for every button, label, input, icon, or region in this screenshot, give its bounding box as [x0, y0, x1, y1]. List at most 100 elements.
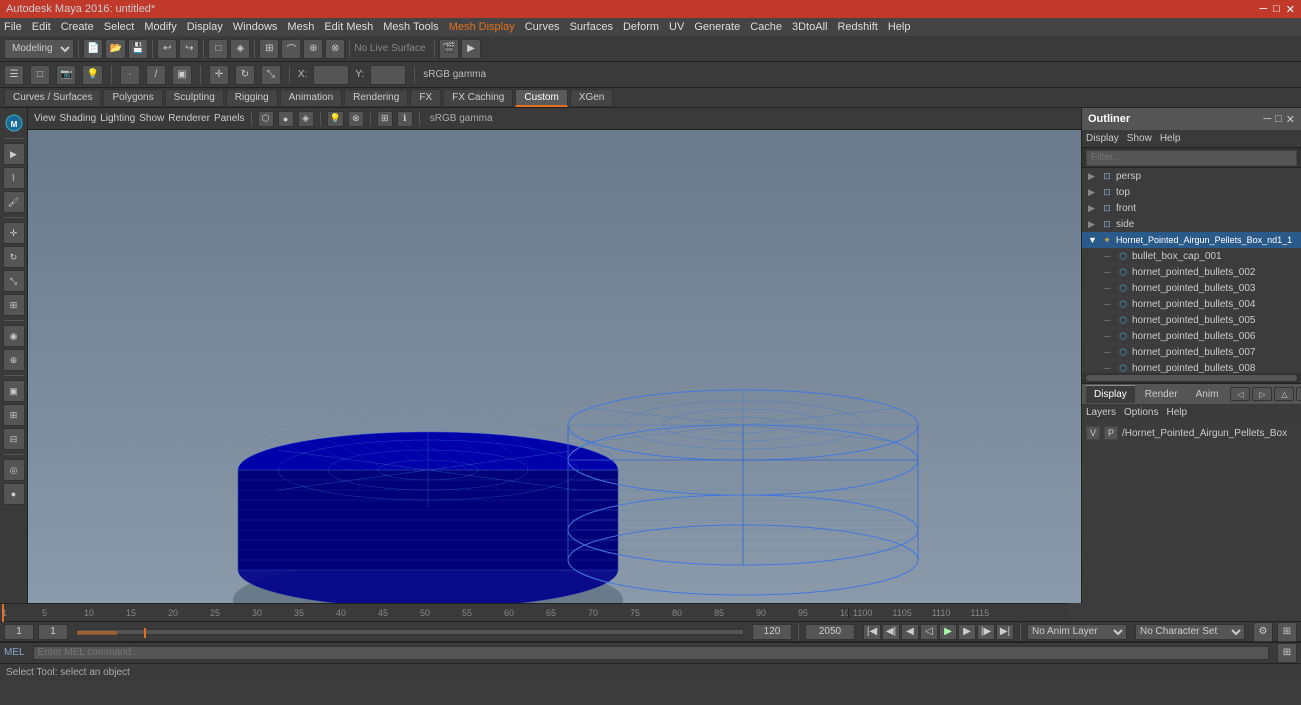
outliner-item-bullet-004[interactable]: ─ ⬡ hornet_pointed_bullets_004 [1082, 296, 1301, 312]
edge-select-button[interactable]: / [146, 65, 166, 85]
light-icon-btn[interactable]: 💡 [82, 65, 102, 85]
redo-button[interactable]: ↪ [179, 39, 199, 59]
menu-edit-mesh[interactable]: Edit Mesh [324, 21, 373, 33]
shaded-wireframe-btn[interactable]: ◈ [298, 111, 314, 127]
shelf-tab-polygons[interactable]: Polygons [103, 89, 162, 107]
outliner-close-btn[interactable]: ✕ [1286, 113, 1295, 126]
translate-y-input[interactable]: 1.00 [370, 65, 406, 85]
cb-util-btn4[interactable]: ▽ [1296, 387, 1301, 401]
select-by-component-button[interactable]: ◈ [230, 39, 250, 59]
snap-to-view-button[interactable]: ⊗ [325, 39, 345, 59]
viewport-view-menu[interactable]: View [34, 113, 56, 124]
snap-curve-button[interactable]: ⊟ [3, 428, 25, 450]
select-tool-button[interactable]: ▶ [3, 143, 25, 165]
outliner-item-bullet-002[interactable]: ─ ⬡ hornet_pointed_bullets_002 [1082, 264, 1301, 280]
cb-util-btn1[interactable]: ◁ [1230, 387, 1250, 401]
viewport-canvas[interactable]: persp [28, 130, 1081, 603]
outliner-scrollbar[interactable] [1082, 373, 1301, 383]
outliner-item-persp[interactable]: ▶ ⊡ persp [1082, 168, 1301, 184]
menu-surfaces[interactable]: Surfaces [570, 21, 613, 33]
timeline-track[interactable]: 1 5 10 15 20 25 30 35 40 45 50 55 60 65 … [0, 604, 848, 622]
outliner-minimize-btn[interactable]: ─ [1263, 113, 1271, 126]
shelf-tab-fx-caching[interactable]: FX Caching [443, 89, 513, 107]
menu-display[interactable]: Display [187, 21, 223, 33]
vertex-select-button[interactable]: · [120, 65, 140, 85]
shadows-btn[interactable]: ⊗ [348, 111, 364, 127]
menu-file[interactable]: File [4, 21, 22, 33]
outliner-item-bullet-003[interactable]: ─ ⬡ hornet_pointed_bullets_003 [1082, 280, 1301, 296]
move-tool-button[interactable]: ✛ [209, 65, 229, 85]
outliner-item-bullet-008[interactable]: ─ ⬡ hornet_pointed_bullets_008 [1082, 360, 1301, 373]
anim-end-input[interactable] [805, 624, 855, 640]
next-key-button[interactable]: |▶ [977, 624, 995, 640]
display-tab[interactable]: Display [1086, 385, 1135, 403]
outliner-item-main-group[interactable]: ▼ ✦ Hornet_Pointed_Airgun_Pellets_Box_nd… [1082, 232, 1301, 248]
grid-btn[interactable]: ⊞ [377, 111, 393, 127]
outliner-item-front[interactable]: ▶ ⊡ front [1082, 200, 1301, 216]
render-tab[interactable]: Render [1137, 385, 1186, 403]
scale-tool-button[interactable]: ⤡ [261, 65, 281, 85]
select-all-button[interactable]: ☰ [4, 65, 24, 85]
rotate-tool-button[interactable]: ↻ [235, 65, 255, 85]
shelf-tab-sculpting[interactable]: Sculpting [165, 89, 224, 107]
show-manip-button[interactable]: ⊕ [3, 349, 25, 371]
translate-x-input[interactable]: 0.00 [313, 65, 349, 85]
cb-util-btn3[interactable]: △ [1274, 387, 1294, 401]
outliner-search[interactable] [1086, 150, 1297, 166]
end-frame-input[interactable] [752, 624, 792, 640]
paint-select-button[interactable]: 🖌 [3, 191, 25, 213]
current-frame-input[interactable] [4, 624, 34, 640]
soft-select-button[interactable]: ◉ [3, 325, 25, 347]
play-forward-button[interactable]: ▶ [939, 624, 957, 640]
menu-edit[interactable]: Edit [32, 21, 51, 33]
mel-command-input[interactable] [33, 646, 1269, 660]
hud-btn[interactable]: ℹ [397, 111, 413, 127]
outliner-display-menu[interactable]: Display [1086, 133, 1119, 144]
outliner-item-bullet-005[interactable]: ─ ⬡ hornet_pointed_bullets_005 [1082, 312, 1301, 328]
menu-create[interactable]: Create [61, 21, 94, 33]
snap-point-button[interactable]: ▣ [3, 380, 25, 402]
next-frame-button[interactable]: ▶ [958, 624, 976, 640]
layers-menu[interactable]: Layers [1086, 407, 1116, 418]
menu-deform[interactable]: Deform [623, 21, 659, 33]
snap-to-curve-button[interactable]: ⌒ [281, 39, 301, 59]
menu-mesh-tools[interactable]: Mesh Tools [383, 21, 438, 33]
go-end-button[interactable]: ▶| [996, 624, 1014, 640]
rotate-tool-lt[interactable]: ↻ [3, 246, 25, 268]
ipr-region-button[interactable]: ● [3, 483, 25, 505]
camera-icon-btn[interactable]: 📷 [56, 65, 76, 85]
prev-frame-button[interactable]: ◀ [901, 624, 919, 640]
playback-fps-input[interactable] [38, 624, 68, 640]
menu-generate[interactable]: Generate [694, 21, 740, 33]
outliner-item-bullet-006[interactable]: ─ ⬡ hornet_pointed_bullets_006 [1082, 328, 1301, 344]
shelf-tab-fx[interactable]: FX [410, 89, 441, 107]
viewport-lighting-menu[interactable]: Lighting [100, 113, 135, 124]
maximize-button[interactable]: □ [1273, 3, 1280, 16]
move-tool-lt[interactable]: ✛ [3, 222, 25, 244]
menu-cache[interactable]: Cache [750, 21, 782, 33]
prev-key-button[interactable]: ◀| [882, 624, 900, 640]
select-none-button[interactable]: □ [30, 65, 50, 85]
snap-to-point-button[interactable]: ⊕ [303, 39, 323, 59]
lasso-select-button[interactable]: ⌇ [3, 167, 25, 189]
timeline-settings-button[interactable]: ⊞ [1277, 622, 1297, 642]
render-settings-button[interactable]: 🎬 [439, 39, 459, 59]
outliner-item-bullet-007[interactable]: ─ ⬡ hornet_pointed_bullets_007 [1082, 344, 1301, 360]
menu-modify[interactable]: Modify [144, 21, 176, 33]
render-region-button[interactable]: ◎ [3, 459, 25, 481]
face-select-button[interactable]: ▣ [172, 65, 192, 85]
vp-p-badge[interactable]: P [1104, 426, 1118, 440]
outliner-item-side[interactable]: ▶ ⊡ side [1082, 216, 1301, 232]
menu-mesh[interactable]: Mesh [287, 21, 314, 33]
viewport-panels-menu[interactable]: Panels [214, 113, 245, 124]
go-start-button[interactable]: |◀ [863, 624, 881, 640]
anim-layer-select[interactable]: No Anim Layer [1027, 624, 1127, 640]
outliner-item-cap[interactable]: ─ ⬡ bullet_box_cap_001 [1082, 248, 1301, 264]
options-menu[interactable]: Options [1124, 407, 1158, 418]
playback-range-bar[interactable] [76, 629, 744, 635]
viewport-show-menu[interactable]: Show [139, 113, 164, 124]
viewport-renderer-menu[interactable]: Renderer [168, 113, 210, 124]
menu-windows[interactable]: Windows [233, 21, 278, 33]
menu-select[interactable]: Select [104, 21, 135, 33]
menu-uv[interactable]: UV [669, 21, 684, 33]
